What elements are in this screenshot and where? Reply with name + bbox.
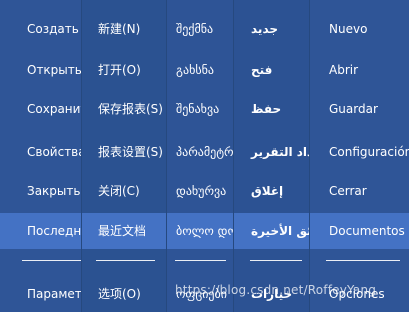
menu-item-label: 关闭(C) — [98, 184, 140, 198]
menu-column-russian: Создать Открыть Сохранить Свойства Закры… — [0, 0, 81, 312]
menu-item-options[interactable]: 选项(O) — [82, 276, 167, 312]
menu-item-label: Закрыть — [27, 184, 81, 198]
menu-item-label: ოფციები — [176, 287, 227, 301]
menu-item-label: Nuevo — [329, 22, 368, 36]
menu-item-label: გახსნა — [176, 63, 214, 77]
menu-column-arabic: جديد فتح حفظ إعداد التقرير إغلاق وثائق ا… — [233, 0, 310, 312]
menu-item-options[interactable]: Opciones — [310, 276, 409, 312]
menu-item-label: Создать — [27, 22, 79, 36]
menu-item-label: Последние — [27, 224, 81, 238]
menu-item-new[interactable]: Nuevo — [310, 11, 409, 47]
menu-item-label: إعداد التقرير — [251, 145, 310, 159]
menu-item-label: Guardar — [329, 102, 378, 116]
menu-item-close[interactable]: დახურვა — [167, 173, 234, 209]
menu-item-open[interactable]: Открыть — [0, 52, 81, 88]
menu-item-options[interactable]: ოფციები — [167, 276, 234, 312]
menu-item-label: فتح — [251, 63, 273, 77]
menu-item-properties[interactable]: Свойства — [0, 134, 81, 170]
menu-item-close[interactable]: Закрыть — [0, 173, 81, 209]
menu-item-close[interactable]: إغلاق — [234, 173, 310, 209]
menu-item-label: Свойства — [27, 145, 81, 159]
menu-item-open[interactable]: 打开(O) — [82, 52, 167, 88]
menu-item-open[interactable]: فتح — [234, 52, 310, 88]
menu-item-new[interactable]: 新建(N) — [82, 11, 167, 47]
menu-separator — [326, 260, 400, 261]
menu-item-label: Параметры — [27, 287, 81, 301]
menu-item-properties[interactable]: إعداد التقرير — [234, 134, 310, 170]
menu-item-label: 新建(N) — [98, 22, 141, 36]
menu-item-properties[interactable]: 报表设置(S) — [82, 134, 167, 170]
menu-item-label: Сохранить — [27, 102, 81, 116]
menu-separator — [22, 260, 81, 261]
menu-item-open[interactable]: გახსნა — [167, 52, 234, 88]
menu-item-recent[interactable]: Последние — [0, 213, 81, 249]
menu-item-label: პარამეტრები — [176, 145, 234, 159]
menu-item-label: جديد — [251, 22, 279, 36]
menu-item-close[interactable]: Cerrar — [310, 173, 409, 209]
menu-item-label: 保存报表(S) — [98, 102, 163, 116]
menu-item-label: 最近文档 — [98, 224, 147, 238]
menu-item-save[interactable]: 保存报表(S) — [82, 91, 167, 127]
menu-item-label: Opciones — [329, 287, 385, 301]
menu-item-label: وثائق الأخيرة — [251, 224, 310, 238]
menu-column-spanish: Nuevo Abrir Guardar Configuración Cerrar… — [309, 0, 409, 312]
menu-separator — [250, 260, 302, 261]
menu-column-chinese: 新建(N) 打开(O) 保存报表(S) 报表设置(S) 关闭(C) 最近文档 选… — [81, 0, 167, 312]
menu-item-label: შექმნა — [176, 22, 214, 36]
menu-item-label: خيارات — [251, 287, 293, 301]
menu-item-properties[interactable]: Configuración — [310, 134, 409, 170]
menu-item-label: დახურვა — [176, 184, 227, 198]
menu-item-recent[interactable]: Documentos — [310, 213, 409, 249]
menu-item-save[interactable]: Сохранить — [0, 91, 81, 127]
menu-item-recent[interactable]: ბოლო დოკ — [167, 213, 234, 249]
menu-item-label: 报表设置(S) — [98, 145, 163, 159]
menu-item-new[interactable]: შექმნა — [167, 11, 234, 47]
menu-item-label: Documentos — [329, 224, 405, 238]
menu-item-label: Открыть — [27, 63, 81, 77]
menu-item-open[interactable]: Abrir — [310, 52, 409, 88]
menu-item-recent[interactable]: وثائق الأخيرة — [234, 213, 310, 249]
menu-item-label: Cerrar — [329, 184, 367, 198]
menu-item-label: Abrir — [329, 63, 359, 77]
menu-separator — [175, 260, 226, 261]
file-menu: Создать Открыть Сохранить Свойства Закры… — [0, 0, 409, 312]
menu-item-close[interactable]: 关闭(C) — [82, 173, 167, 209]
menu-item-label: Configuración — [329, 145, 409, 159]
menu-item-options[interactable]: Параметры — [0, 276, 81, 312]
menu-item-properties[interactable]: პარამეტრები — [167, 134, 234, 170]
menu-item-label: 打开(O) — [98, 63, 141, 77]
menu-item-label: حفظ — [251, 102, 282, 116]
menu-item-label: إغلاق — [251, 184, 284, 198]
menu-item-save[interactable]: Guardar — [310, 91, 409, 127]
menu-item-new[interactable]: Создать — [0, 11, 81, 47]
menu-item-save[interactable]: შენახვა — [167, 91, 234, 127]
menu-item-new[interactable]: جديد — [234, 11, 310, 47]
menu-item-save[interactable]: حفظ — [234, 91, 310, 127]
menu-column-georgian: შექმნა გახსნა შენახვა პარამეტრები დახურვ… — [166, 0, 234, 312]
menu-separator — [96, 260, 155, 261]
menu-item-options[interactable]: خيارات — [234, 276, 310, 312]
menu-item-label: 选项(O) — [98, 287, 141, 301]
menu-item-recent[interactable]: 最近文档 — [82, 213, 167, 249]
menu-item-label: ბოლო დოკ — [176, 224, 234, 238]
menu-item-label: შენახვა — [176, 102, 220, 116]
